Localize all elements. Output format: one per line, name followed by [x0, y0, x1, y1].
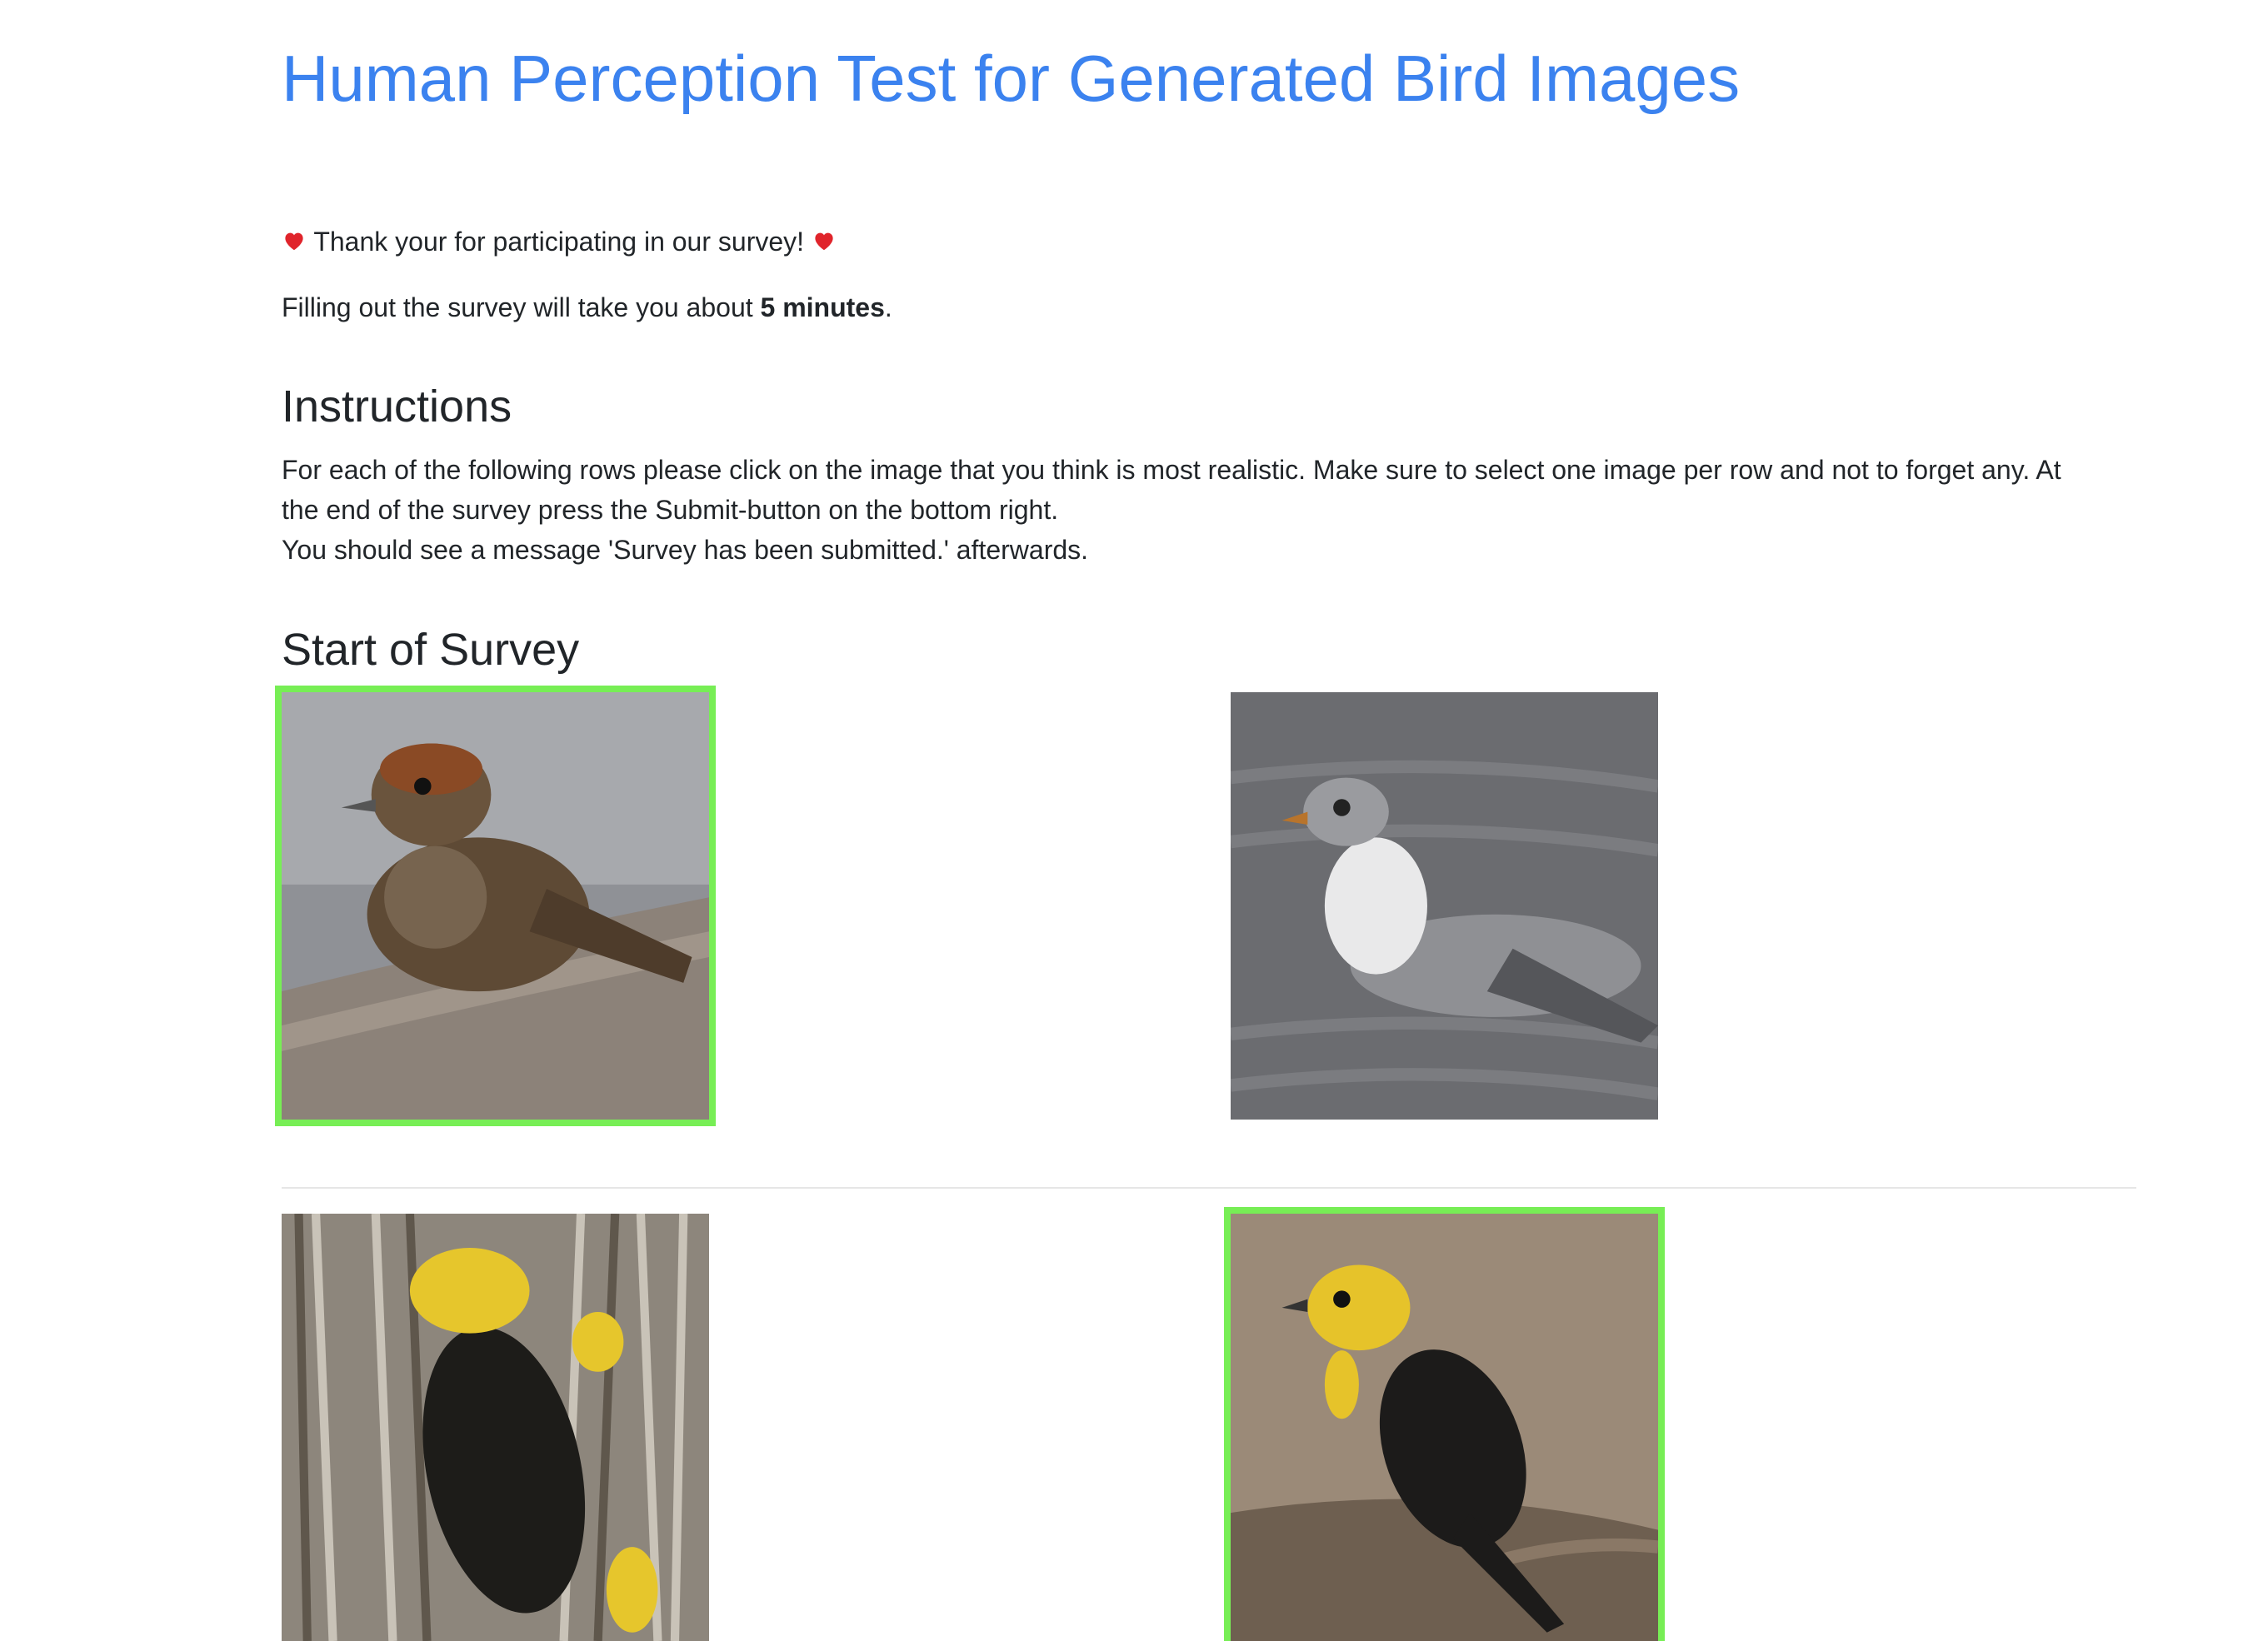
duration-prefix: Filling out the survey will take you abo… — [282, 292, 753, 322]
survey-image-gull[interactable] — [1231, 692, 1658, 1120]
page-title: Human Perception Test for Generated Bird… — [282, 42, 1741, 115]
duration-value: 5 minutes — [760, 292, 885, 322]
survey-heading: Start of Survey — [282, 625, 580, 675]
duration-line: Filling out the survey will take you abo… — [282, 287, 892, 327]
survey-image-sparrow[interactable] — [282, 692, 709, 1120]
instructions-line-3: You should see a message 'Survey has bee… — [282, 535, 1089, 565]
survey-image-blackbird-log[interactable] — [1224, 1207, 1665, 1641]
survey-image-blackbird-reeds[interactable] — [282, 1214, 709, 1641]
sparrow-photo — [282, 692, 709, 1120]
instructions-heading: Instructions — [282, 382, 512, 431]
duration-suffix: . — [884, 292, 892, 322]
instructions-line-2: the end of the survey press the Submit-b… — [282, 495, 1059, 525]
instructions-line-1: For each of the following rows please cl… — [282, 455, 2061, 485]
blackbird-log-photo — [1231, 1214, 1658, 1641]
gull-photo — [1231, 692, 1658, 1120]
heart-icon — [815, 232, 833, 251]
thank-you-line: Thank your for participating in our surv… — [282, 222, 837, 262]
row-divider — [282, 1187, 2136, 1189]
blackbird-reeds-photo — [282, 1214, 709, 1641]
heart-icon — [285, 232, 303, 251]
thank-you-text: Thank your for participating in our surv… — [313, 227, 805, 257]
